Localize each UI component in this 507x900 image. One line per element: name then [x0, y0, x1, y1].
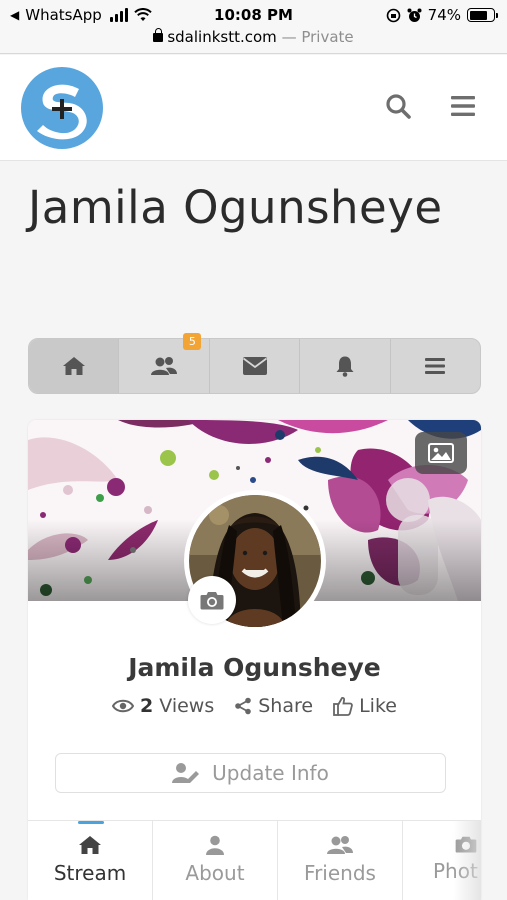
url-bar[interactable]: sdalinkstt.com — Private	[0, 28, 507, 46]
nav-home[interactable]	[29, 339, 120, 393]
share-button[interactable]: Share	[234, 695, 313, 717]
nav-messages[interactable]	[210, 339, 301, 393]
url-separator: —	[281, 28, 297, 46]
url-domain: sdalinkstt.com	[167, 28, 277, 46]
image-icon	[428, 443, 454, 463]
nav-notifications[interactable]	[300, 339, 391, 393]
profile-stats: 2 Views Share Like	[28, 695, 481, 717]
page-title: Jamila Ogunsheye	[28, 181, 443, 234]
share-icon	[235, 697, 252, 715]
logo-mark-icon	[37, 84, 87, 140]
nav-menu[interactable]	[391, 339, 480, 393]
user-edit-icon	[172, 763, 200, 783]
envelope-icon	[242, 357, 267, 375]
hamburger-menu-icon[interactable]	[451, 95, 475, 117]
tab-stream[interactable]: Stream	[28, 821, 153, 900]
sdalink-logo[interactable]	[21, 67, 103, 149]
user-icon	[206, 835, 224, 855]
home-icon	[79, 836, 101, 854]
share-label: Share	[258, 695, 314, 717]
battery-percent: 74%	[427, 6, 461, 24]
tab-friends[interactable]: Friends	[278, 821, 403, 900]
update-info-label: Update Info	[212, 761, 329, 785]
nav-friends[interactable]: 5	[119, 333, 210, 393]
tab-label: Stream	[53, 861, 127, 885]
private-mode-label: Private	[301, 28, 354, 46]
update-info-button[interactable]: Update Info	[55, 753, 446, 793]
menu-icon	[425, 358, 446, 374]
profile-nav-bar: 5	[28, 333, 481, 394]
profile-tabs: Stream About Friends Phot	[28, 820, 481, 900]
thumbs-up-icon	[333, 696, 353, 716]
tab-photos[interactable]: Phot	[403, 821, 481, 900]
friend-requests-badge: 5	[183, 333, 202, 350]
friends-icon	[151, 357, 178, 375]
tab-about[interactable]: About	[153, 821, 278, 900]
search-icon[interactable]	[385, 93, 411, 119]
views-count: 2	[140, 695, 154, 717]
like-label: Like	[359, 695, 397, 717]
alarm-icon	[407, 8, 422, 22]
tabs-scroll-fade	[453, 821, 481, 900]
home-icon	[62, 357, 85, 375]
change-cover-button[interactable]	[415, 432, 467, 474]
camera-icon	[200, 592, 224, 610]
ios-status-bar: ◀ WhatsApp 10:08 PM 74% sdalinkstt.com —…	[0, 0, 507, 54]
views-label: Views	[159, 695, 215, 717]
profile-card: Jamila Ogunsheye 2 Views Share Like Upda…	[28, 420, 481, 900]
bell-icon	[336, 356, 354, 377]
like-button[interactable]: Like	[333, 695, 397, 717]
site-header	[0, 55, 507, 161]
battery-icon	[467, 8, 498, 22]
tab-label: About	[185, 861, 245, 885]
orientation-lock-icon	[386, 8, 400, 22]
profile-name: Jamila Ogunsheye	[128, 653, 381, 682]
friends-icon	[327, 836, 353, 854]
change-avatar-button[interactable]	[188, 576, 236, 624]
lock-icon	[153, 28, 164, 42]
views-stat: 2 Views	[112, 695, 214, 717]
eye-icon	[112, 699, 135, 713]
tab-label: Friends	[304, 861, 376, 885]
